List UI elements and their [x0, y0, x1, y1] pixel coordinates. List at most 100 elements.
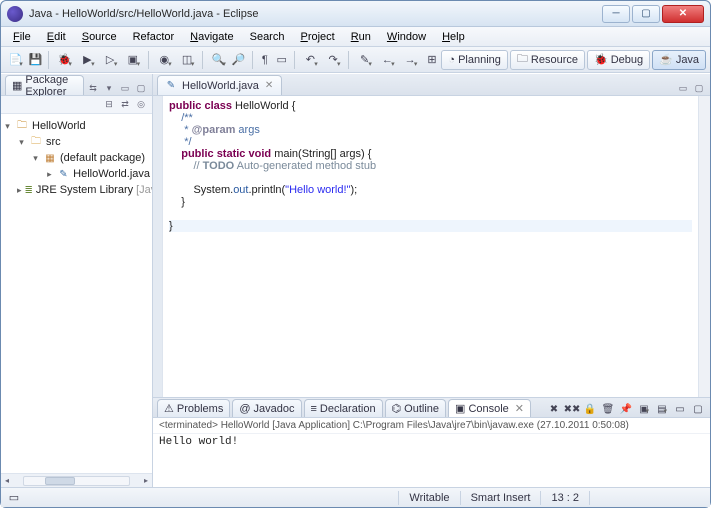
tab-declaration[interactable]: ≡Declaration — [304, 399, 383, 417]
search-button[interactable]: 🔎 — [231, 50, 247, 70]
perspective-resource[interactable]: 🗀Resource — [510, 50, 585, 70]
tab-javadoc[interactable]: @Javadoc — [232, 399, 301, 417]
debug-icon: 🐞 — [594, 53, 608, 66]
new-button[interactable]: 📄 — [5, 50, 26, 70]
twisty-icon[interactable]: ▸ — [45, 169, 54, 180]
menu-search[interactable]: Search — [242, 29, 293, 45]
twisty-icon[interactable]: ▸ — [17, 185, 22, 196]
package-explorer-hscroll[interactable]: ◂ ▸ — [1, 473, 152, 487]
menu-help[interactable]: Help — [434, 29, 473, 45]
overview-ruler[interactable] — [698, 96, 710, 397]
last-edit-button[interactable]: ✎ — [354, 50, 375, 70]
twisty-icon[interactable]: ▾ — [3, 121, 12, 132]
display-console-icon[interactable]: ▣ — [636, 401, 652, 417]
focus-task-icon[interactable]: ◎ — [134, 98, 148, 112]
maximize-view-icon[interactable]: ▢ — [134, 81, 148, 95]
code-editor[interactable]: public class HelloWorld { /** * @param a… — [153, 96, 710, 397]
annotation-next-button[interactable]: ↷ — [323, 50, 344, 70]
menu-run[interactable]: Run — [343, 29, 379, 45]
menu-navigate[interactable]: Navigate — [182, 29, 241, 45]
titlebar[interactable]: Java - HelloWorld/src/HelloWorld.java - … — [1, 1, 710, 27]
tree-java-file[interactable]: ▸ ✎ HelloWorld.java — [3, 166, 150, 182]
menu-project[interactable]: Project — [292, 29, 342, 45]
package-explorer-tree[interactable]: ▾ 🗀 HelloWorld ▾ 🗀 src ▾ ▦ (default pack… — [1, 114, 152, 473]
open-type-button[interactable]: 🔍 — [208, 50, 229, 70]
maximize-bottom-icon[interactable]: ▢ — [690, 401, 706, 417]
java-file-icon: ✎ — [164, 80, 178, 92]
twisty-icon[interactable]: ▾ — [17, 137, 26, 148]
tree-project[interactable]: ▾ 🗀 HelloWorld — [3, 118, 150, 134]
menu-edit[interactable]: Edit — [39, 29, 74, 45]
console-header: <terminated> HelloWorld [Java Applicatio… — [153, 418, 710, 434]
tab-outline[interactable]: ⌬Outline — [385, 399, 446, 417]
menu-source[interactable]: Source — [74, 29, 125, 45]
menu-file[interactable]: File — [5, 29, 39, 45]
main-area: ▦ Package Explorer ⇆ ▾ ▭ ▢ ⊟ ⇄ ◎ ▾ 🗀 — [1, 73, 710, 487]
toggle-block-button[interactable]: ▭ — [274, 50, 289, 70]
javadoc-icon: @ — [239, 403, 250, 415]
open-perspective-button[interactable]: ⊞ — [424, 50, 439, 70]
open-console-icon[interactable]: ▤ — [654, 401, 670, 417]
close-button[interactable]: ✕ — [662, 5, 704, 23]
forward-button[interactable]: → — [400, 50, 421, 70]
scroll-right-icon[interactable]: ▸ — [140, 476, 152, 486]
minimize-bottom-icon[interactable]: ▭ — [672, 401, 688, 417]
status-writable: Writable — [399, 492, 459, 504]
pin-console-icon[interactable]: 📌 — [618, 401, 634, 417]
console-output[interactable]: Hello world! — [153, 434, 710, 487]
console-icon: ▣ — [455, 402, 465, 415]
menu-window[interactable]: Window — [379, 29, 434, 45]
package-node-icon: ▦ — [43, 152, 57, 164]
maximize-button[interactable]: ▢ — [632, 5, 660, 23]
view-menu-icon[interactable]: ▾ — [102, 81, 116, 95]
save-button[interactable]: 💾 — [28, 50, 44, 70]
back-button[interactable]: ← — [377, 50, 398, 70]
run-last-button[interactable]: ▷ — [100, 50, 121, 70]
menu-refactor[interactable]: Refactor — [125, 29, 183, 45]
scroll-thumb[interactable] — [45, 477, 75, 485]
perspective-planning[interactable]: ◔Planning — [441, 50, 507, 70]
perspective-java[interactable]: ☕Java — [652, 50, 706, 70]
close-console-icon[interactable]: ✕ — [515, 402, 524, 415]
fastview-icon[interactable]: ▭ — [9, 491, 19, 504]
scroll-lock-icon[interactable]: 🔒 — [582, 401, 598, 417]
project-icon: 🗀 — [15, 120, 29, 132]
problems-icon: ⚠ — [164, 402, 174, 415]
new-package-button[interactable]: ◫ — [177, 50, 198, 70]
editor-tab-helloworld[interactable]: ✎ HelloWorld.java ✕ — [157, 75, 282, 95]
run-button[interactable]: ▶ — [77, 50, 98, 70]
main-toolbar: 📄 💾 🐞 ▶ ▷ ▣ ◉ ◫ 🔍 🔎 ¶ ▭ ↶ ↷ ✎ ← → ⊞ ◔Pla… — [1, 47, 710, 73]
link-icon[interactable]: ⇄ — [118, 98, 132, 112]
tree-src[interactable]: ▾ 🗀 src — [3, 134, 150, 150]
minimize-view-icon[interactable]: ▭ — [118, 81, 132, 95]
tab-problems[interactable]: ⚠Problems — [157, 399, 230, 417]
package-explorer-toolbar: ⊟ ⇄ ◎ — [1, 96, 152, 114]
scroll-left-icon[interactable]: ◂ — [1, 476, 13, 486]
toggle-mark-button[interactable]: ¶ — [257, 50, 272, 70]
library-icon: ≣ — [25, 184, 33, 196]
collapse-all-icon[interactable]: ⊟ — [102, 98, 116, 112]
clear-console-icon[interactable]: 🗑 — [600, 401, 616, 417]
package-explorer-label: Package Explorer — [25, 74, 77, 98]
remove-launch-icon[interactable]: ✖ — [546, 401, 562, 417]
code-area[interactable]: public class HelloWorld { /** * @param a… — [163, 96, 698, 397]
package-explorer-tab[interactable]: ▦ Package Explorer — [5, 75, 84, 95]
scroll-track[interactable] — [23, 476, 130, 486]
tab-console[interactable]: ▣Console✕ — [448, 399, 531, 417]
close-tab-icon[interactable]: ✕ — [265, 80, 273, 91]
minimize-button[interactable]: ─ — [602, 5, 630, 23]
java-icon: ☕ — [659, 53, 673, 66]
debug-button[interactable]: 🐞 — [54, 50, 75, 70]
annotation-prev-button[interactable]: ↶ — [300, 50, 321, 70]
maximize-editor-icon[interactable]: ▢ — [692, 81, 706, 95]
link-editor-icon[interactable]: ⇆ — [86, 81, 100, 95]
tree-default-package[interactable]: ▾ ▦ (default package) — [3, 150, 150, 166]
folding-ruler[interactable] — [153, 96, 163, 397]
remove-all-icon[interactable]: ✖✖ — [564, 401, 580, 417]
external-tools-button[interactable]: ▣ — [122, 50, 143, 70]
tree-jre-library[interactable]: ▸ ≣ JRE System Library [JavaSE-1.7] — [3, 182, 150, 198]
new-class-button[interactable]: ◉ — [154, 50, 175, 70]
perspective-debug[interactable]: 🐞Debug — [587, 50, 650, 70]
twisty-icon[interactable]: ▾ — [31, 153, 40, 164]
minimize-editor-icon[interactable]: ▭ — [676, 81, 690, 95]
